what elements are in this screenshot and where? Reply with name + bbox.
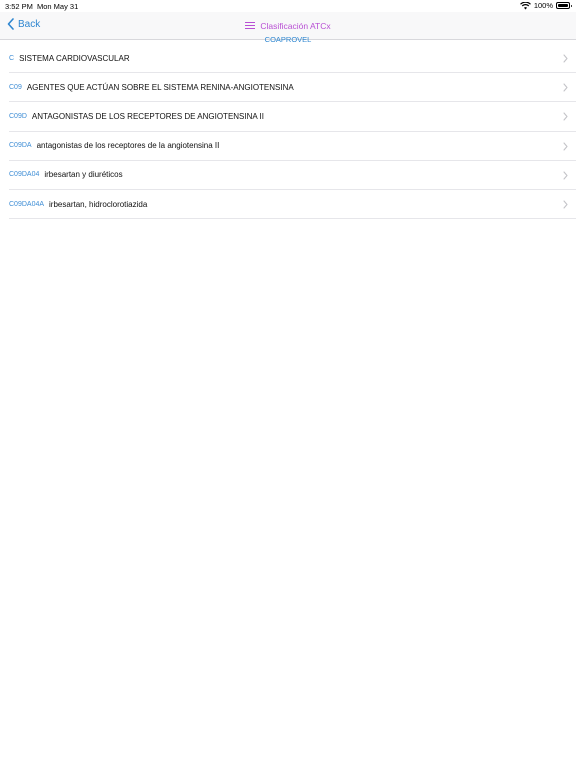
atc-hierarchy-list: C SISTEMA CARDIOVASCULAR C09 AGENTES QUE AC… [0,44,576,220]
status-date: Mon May 31 [37,2,79,11]
atc-code: C09DA04A [9,200,45,208]
list-item[interactable]: C09 AGENTES QUE ACTÚAN SOBRE EL SISTEMA R… [9,73,576,103]
list-item[interactable]: C09DA04 irbesartan y diuréticos [9,161,576,190]
page-subtitle: COAPROVEL [264,35,312,44]
list-item[interactable]: C09DA antagonistas de los receptores de l… [9,132,576,161]
list-item[interactable]: C09DA04A irbesartan, hidroclorotiazida [9,190,576,220]
status-right: 100% [519,1,572,10]
status-time: 3:52 PM [5,2,33,11]
atc-label: irbesartan y diuréticos [44,170,123,180]
battery-icon [556,2,572,9]
atc-code: C09D [9,112,27,120]
menu-icon [245,22,256,29]
page-title: Clasificación ATCx [260,20,331,31]
atc-label: AGENTES QUE ACTÚAN SOBRE EL SISTEMA RENI… [26,82,294,92]
chevron-right-icon [563,200,568,209]
status-bar: 3:52 PM Mon May 31 100% [0,0,576,12]
battery-fill [558,4,568,7]
atc-label: ANTAGONISTAS DE LOS RECEPTORES DE ANGIOT… [31,111,264,121]
atc-label: irbesartan, hidroclorotiazida [49,199,148,209]
atc-label: antagonistas de los receptores de la ang… [36,141,220,151]
chevron-right-icon [563,142,568,151]
chevron-right-icon [563,112,568,121]
chevron-right-icon [563,83,568,92]
title-button[interactable]: Clasificación ATCx [245,20,331,31]
atc-code: C09DA04 [9,171,40,179]
chevron-right-icon [563,54,568,63]
chevron-right-icon [563,171,568,180]
atc-code: C09DA [9,142,32,150]
navigation-bar: Back Clasificación ATCx COAPROVEL [0,12,576,44]
nav-title-group: Clasificación ATCx COAPROVEL [0,16,576,44]
list-item[interactable]: C09D ANTAGONISTAS DE LOS RECEPTORES DE AN… [9,102,576,132]
atc-label: SISTEMA CARDIOVASCULAR [19,53,130,63]
atc-code: C09 [9,83,22,91]
list-item[interactable]: C SISTEMA CARDIOVASCULAR [9,44,576,74]
wifi-icon [519,1,531,9]
atc-code: C [9,54,15,62]
battery-percent: 100% [533,1,553,10]
